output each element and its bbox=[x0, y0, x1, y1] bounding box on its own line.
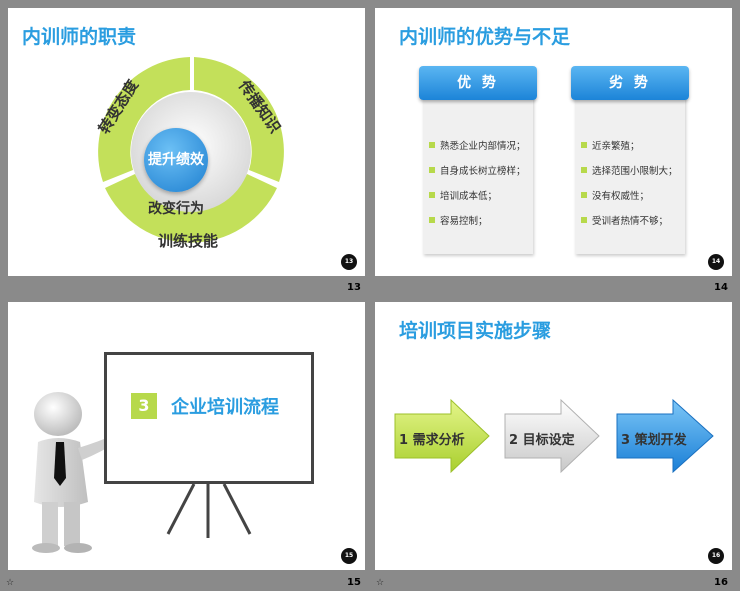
slide-title: 内训师的职责 bbox=[22, 26, 137, 48]
thumbnail-number: 13 bbox=[347, 282, 361, 293]
center-bottom-label: 改变行为 bbox=[148, 201, 204, 217]
page-badge: 16 bbox=[708, 548, 724, 564]
list-item: 没有权威性； bbox=[581, 188, 678, 202]
page-badge: 14 bbox=[708, 254, 724, 270]
slide-thumbnail-13[interactable]: 内训师的职责 转变态度 传播知识 训练技能 提升绩效 改变行为 13 bbox=[8, 8, 365, 276]
list-item: 培训成本低； bbox=[429, 188, 526, 202]
thumbnail-number: 15 bbox=[347, 577, 361, 588]
list-item: 选择范围小限制大； bbox=[581, 163, 678, 177]
whiteboard: 3 企业培训流程 bbox=[104, 352, 314, 484]
star-icon: ☆ bbox=[6, 578, 15, 588]
slide-thumbnail-15[interactable]: 3 企业培训流程 15 bbox=[8, 302, 365, 570]
thumbnail-number: 16 bbox=[714, 577, 728, 588]
step-label-1: 1 需求分析 bbox=[399, 433, 465, 448]
list-item: 容易控制； bbox=[429, 213, 526, 227]
list-item: 受训者热情不够； bbox=[581, 213, 678, 227]
section-title: 企业培训流程 bbox=[171, 397, 279, 418]
slide-thumbnail-14[interactable]: 内训师的优势与不足 熟悉企业内部情况； 自身成长树立榜样； 培训成本低； 容易控… bbox=[375, 8, 732, 276]
slide-thumbnail-16[interactable]: 培训项目实施步骤 1 需求分析 2 目标设定 3 策划开发 16 bbox=[375, 302, 732, 570]
advantages-header: 优 势 bbox=[419, 66, 537, 100]
step-label-2: 2 目标设定 bbox=[509, 433, 575, 448]
list-item: 自身成长树立榜样； bbox=[429, 163, 526, 177]
page-badge: 13 bbox=[341, 254, 357, 270]
list-item: 近亲繁殖； bbox=[581, 138, 678, 152]
thumbnail-number: 14 bbox=[714, 282, 728, 293]
page-badge: 15 bbox=[341, 548, 357, 564]
star-icon: ☆ bbox=[376, 578, 385, 588]
list-item: 熟悉企业内部情况； bbox=[429, 138, 526, 152]
slide-title: 内训师的优势与不足 bbox=[399, 26, 571, 48]
ring-label-bottom: 训练技能 bbox=[158, 232, 219, 250]
center-circle: 提升绩效 bbox=[144, 128, 208, 192]
section-number: 3 bbox=[131, 393, 157, 419]
step-label-3: 3 策划开发 bbox=[621, 433, 687, 448]
disadvantages-header: 劣 势 bbox=[571, 66, 689, 100]
